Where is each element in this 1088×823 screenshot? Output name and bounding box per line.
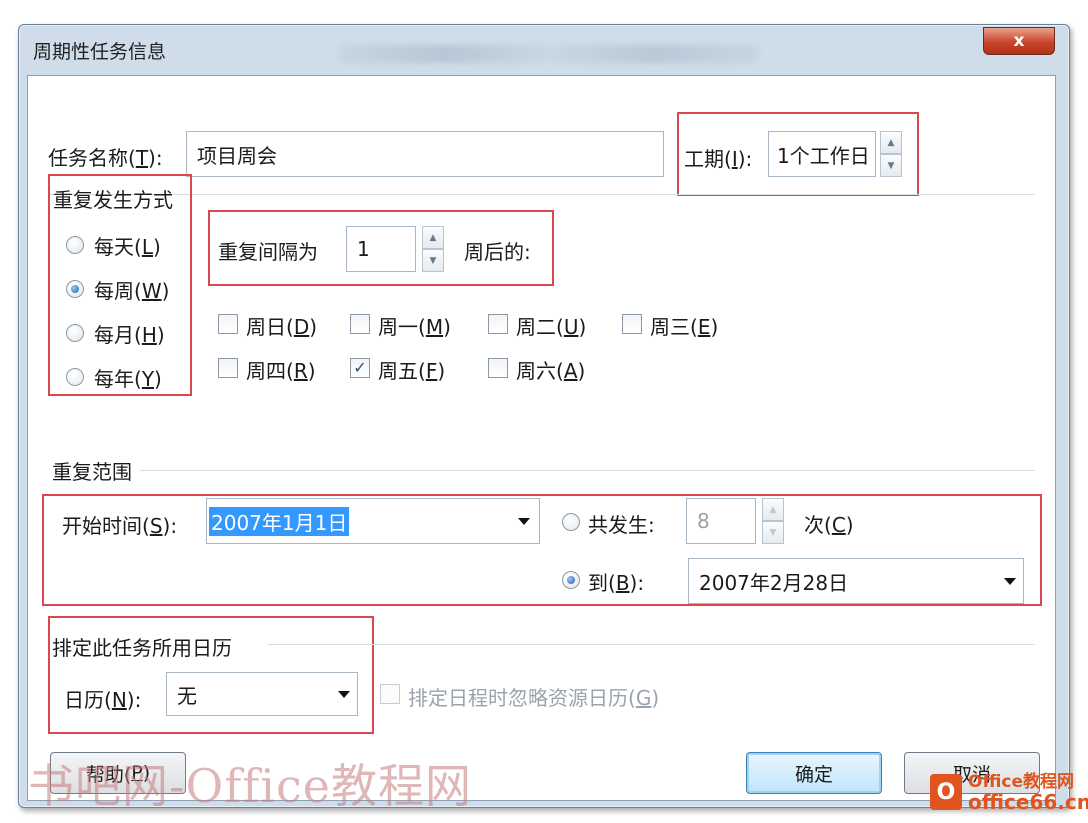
dialog-title: 周期性任务信息 [33,41,167,63]
interval-spinner[interactable]: ▲ ▼ [422,226,444,272]
separator [48,194,1035,195]
checkbox-friday[interactable]: ✓ [350,358,370,378]
thursday-label: 周四(R) [246,359,316,383]
occurrences-value: 8 [697,509,710,533]
ignore-resource-calendar-label: 排定日程时忽略资源日历(G) [408,686,660,710]
occurrences-input[interactable]: 8 [686,498,756,544]
ok-button[interactable]: 确定 [746,752,882,794]
recurrence-group-title: 重复发生方式 [53,188,173,212]
dialog-client: 任务名称(T): 项目周会 工期(I): 1个工作日 ▲ ▼ 重复发生方式 每天… [27,75,1056,801]
spin-down-icon[interactable]: ▼ [422,249,444,272]
calendar-label: 日历(N): [64,688,142,712]
office-logo-icon: O [930,774,962,810]
separator [268,644,1035,645]
close-button[interactable]: x [983,27,1055,55]
watermark-text: 书吧网-Office教程网 [28,759,473,813]
chevron-down-icon[interactable] [338,691,350,698]
task-name-input[interactable]: 项目周会 [186,131,664,177]
check-icon: ✓ [353,358,367,377]
checkbox-thursday[interactable] [218,358,238,378]
saturday-label: 周六(A) [516,359,586,383]
chevron-down-icon[interactable] [1004,578,1016,585]
chevron-down-icon[interactable] [518,518,530,525]
task-name-value: 项目周会 [197,143,277,168]
sunday-label: 周日(D) [246,315,318,339]
duration-input[interactable]: 1个工作日 [768,131,876,177]
interval-value: 1 [357,237,370,261]
end-date-value: 2007年2月28日 [699,570,849,595]
spin-up-icon[interactable]: ▲ [422,226,444,249]
close-icon: x [1013,31,1025,51]
title-bar[interactable]: 周期性任务信息 x [19,25,1069,75]
spin-up-icon[interactable]: ▲ [762,498,784,521]
checkbox-tuesday[interactable] [488,314,508,334]
checkbox-wednesday[interactable] [622,314,642,334]
dialog-window: 周期性任务信息 x 任务名称(T): 项目周会 工期(I): 1个工作日 ▲ ▼… [18,24,1070,808]
brand-watermark: O Office教程网 office66.cn [930,772,1088,812]
spin-down-icon[interactable]: ▼ [880,154,902,177]
start-label: 开始时间(S): [62,514,178,538]
brand-bottom-text: office66.cn [968,790,1088,814]
calendar-value: 无 [177,683,197,708]
radio-end-after[interactable] [562,513,580,531]
radio-yearly[interactable] [66,368,84,386]
wednesday-label: 周三(E) [650,315,719,339]
radio-monthly[interactable] [66,324,84,342]
checkbox-monday[interactable] [350,314,370,334]
ignore-resource-calendar-checkbox[interactable] [380,684,400,704]
task-name-label: 任务名称(T): [48,146,163,170]
interval-suffix: 周后的: [464,240,531,264]
range-group-title: 重复范围 [52,460,132,484]
spin-up-icon[interactable]: ▲ [880,131,902,154]
duration-spinner[interactable]: ▲ ▼ [880,131,902,177]
calendar-combo[interactable]: 无 [166,672,358,716]
start-date-value: 2007年1月1日 [209,506,350,536]
radio-monthly-label: 每月(H) [94,323,165,347]
monday-label: 周一(M) [378,315,451,339]
duration-label: 工期(I): [684,147,753,171]
radio-weekly-label: 每周(W) [94,279,170,303]
calendar-group-title: 排定此任务所用日历 [52,636,232,660]
checkbox-sunday[interactable] [218,314,238,334]
end-by-label: 到(B): [588,571,645,595]
radio-daily[interactable] [66,236,84,254]
title-blur [339,45,759,63]
spin-down-icon[interactable]: ▼ [762,521,784,544]
friday-label: 周五(F) [378,359,446,383]
tuesday-label: 周二(U) [516,315,587,339]
radio-yearly-label: 每年(Y) [94,367,162,391]
duration-value: 1个工作日 [777,143,870,168]
interval-input[interactable]: 1 [346,226,416,272]
radio-weekly[interactable] [66,280,84,298]
separator [140,470,1035,471]
interval-label: 重复间隔为 [218,240,318,264]
checkbox-saturday[interactable] [488,358,508,378]
radio-daily-label: 每天(L) [94,235,161,259]
occurrences-suffix: 次(C) [804,513,854,537]
end-date-combo[interactable]: 2007年2月28日 [688,558,1024,604]
end-after-label: 共发生: [588,513,655,537]
brand-top-text: Office教程网 [968,772,1075,792]
radio-end-by[interactable] [562,571,580,589]
start-date-combo[interactable]: 2007年1月1日 [206,498,540,544]
occurrences-spinner[interactable]: ▲ ▼ [762,498,784,544]
